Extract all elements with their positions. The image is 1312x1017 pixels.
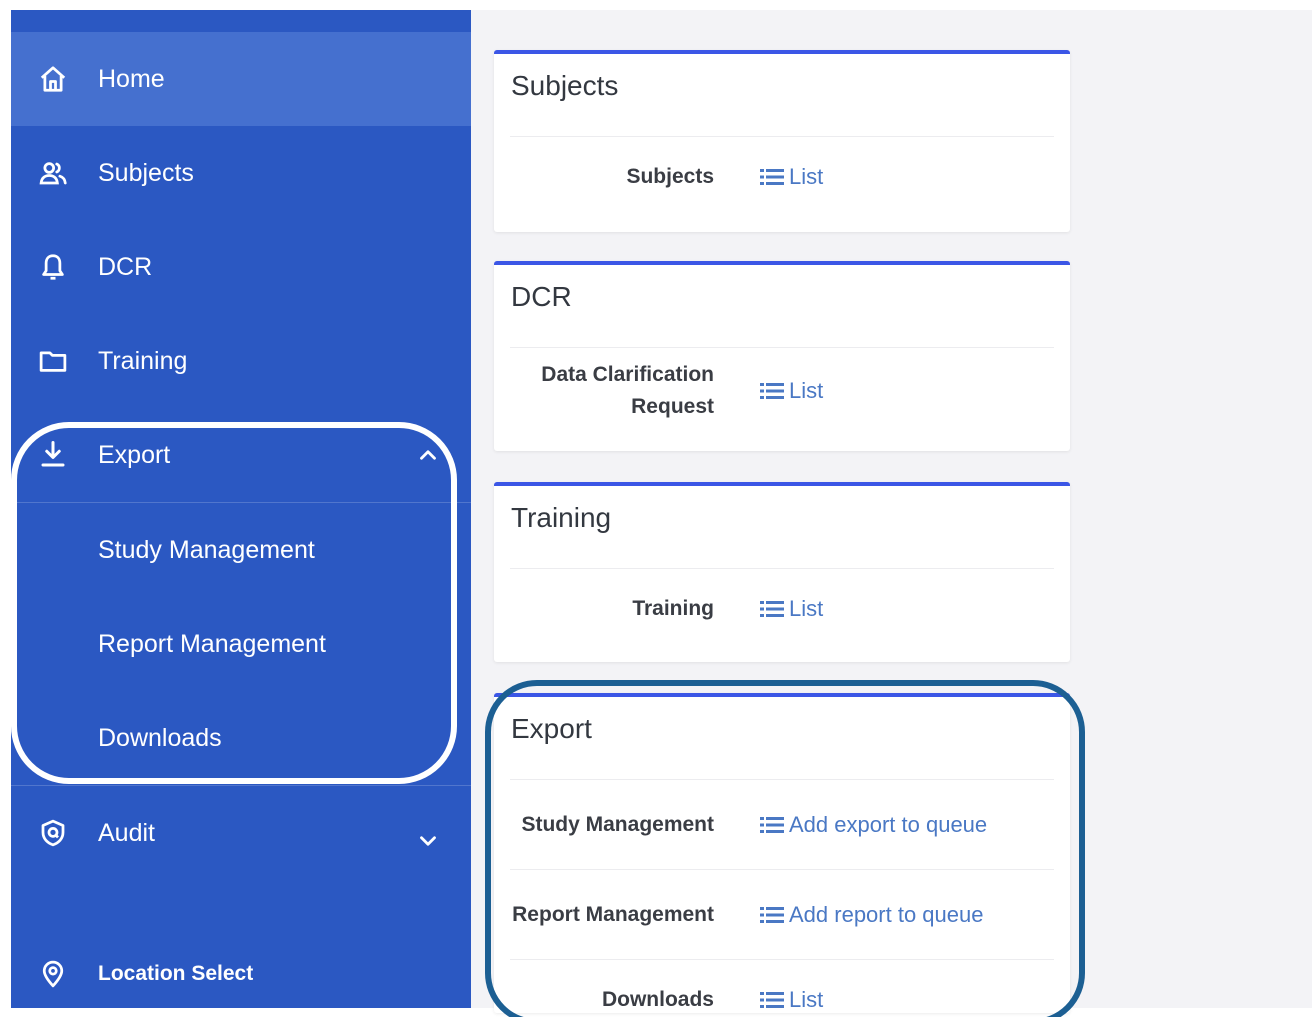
- row-label: Data Clarification Request: [541, 363, 714, 418]
- list-icon: [760, 992, 784, 1008]
- sidebar-item-label: Location Select: [98, 962, 254, 985]
- card-row: Report Management Add report to queue: [494, 870, 1070, 959]
- main-content: Subjects Subjects List DCR Data Clarific…: [471, 10, 1312, 1013]
- card-title: Subjects: [511, 70, 619, 101]
- list-icon: [760, 383, 784, 399]
- card-title: Training: [511, 502, 612, 533]
- sidebar-item-location-select[interactable]: Location Select: [11, 880, 471, 1017]
- link-text: List: [789, 596, 824, 621]
- card-title: DCR: [511, 281, 572, 312]
- link-text: List: [789, 987, 824, 1012]
- card-row: Training List: [494, 569, 1070, 649]
- row-label: Downloads: [601, 988, 714, 1011]
- sidebar-item-training[interactable]: Training: [11, 314, 471, 408]
- list-link[interactable]: List: [760, 378, 823, 404]
- card-title: Export: [511, 713, 592, 744]
- shield-icon: [35, 815, 71, 851]
- card-export: Export Study Management Add export to qu…: [494, 693, 1070, 1013]
- card-subjects: Subjects Subjects List: [494, 50, 1070, 232]
- top-border: [471, 0, 1312, 10]
- sidebar-item-label: Audit: [98, 818, 155, 847]
- sidebar-subitem-downloads[interactable]: Downloads: [11, 691, 471, 785]
- card-row: Data Clarification Request List: [494, 348, 1070, 434]
- row-label: Report Management: [512, 902, 714, 926]
- card-dcr: DCR Data Clarification Request List: [494, 261, 1070, 451]
- sidebar-item-label: Training: [98, 346, 188, 375]
- sidebar-item-home[interactable]: Home: [11, 32, 471, 126]
- sidebar-item-label: Subjects: [98, 158, 194, 187]
- list-link[interactable]: List: [760, 164, 823, 190]
- chevron-down-icon[interactable]: [415, 828, 441, 854]
- people-icon: [35, 155, 71, 191]
- folder-icon: [35, 343, 71, 379]
- sidebar-item-label: Export: [98, 440, 171, 469]
- sidebar-top-band: [11, 10, 471, 32]
- sidebar-item-audit[interactable]: Audit: [11, 786, 471, 880]
- card-row: Downloads List: [494, 960, 1070, 1017]
- card-training: Training Training List: [494, 482, 1070, 662]
- list-icon: [760, 906, 784, 923]
- list-link[interactable]: List: [760, 987, 823, 1013]
- row-label: Study Management: [521, 812, 714, 836]
- add-export-link[interactable]: Add export to queue: [760, 812, 987, 838]
- list-icon: [760, 169, 784, 185]
- sidebar: Home Subjects DCR Training Export Study …: [11, 10, 471, 1008]
- bell-icon: [35, 249, 71, 285]
- link-text: Add report to queue: [789, 901, 984, 927]
- sidebar-subitem-study-management[interactable]: Study Management: [11, 503, 471, 597]
- list-icon: [760, 816, 784, 833]
- link-text: List: [789, 378, 824, 403]
- download-icon: [35, 437, 71, 473]
- row-label: Training: [632, 597, 714, 620]
- sidebar-item-label: DCR: [98, 252, 153, 281]
- row-label: Subjects: [626, 165, 714, 188]
- link-text: Add export to queue: [789, 811, 988, 837]
- link-text: List: [789, 164, 824, 189]
- sidebar-item-dcr[interactable]: DCR: [11, 220, 471, 314]
- location-pin-icon: [35, 956, 71, 992]
- list-link[interactable]: List: [760, 596, 823, 622]
- chevron-up-icon[interactable]: [415, 442, 441, 468]
- sidebar-item-export[interactable]: Export: [11, 408, 471, 502]
- card-row: Study Management Add export to queue: [494, 780, 1070, 869]
- sidebar-item-subjects[interactable]: Subjects: [11, 126, 471, 220]
- sidebar-item-label: Home: [98, 64, 165, 93]
- list-icon: [760, 601, 784, 617]
- sidebar-subitem-report-management[interactable]: Report Management: [11, 597, 471, 691]
- home-icon: [35, 61, 71, 97]
- card-row: Subjects List: [494, 137, 1070, 217]
- add-report-link[interactable]: Add report to queue: [760, 902, 983, 928]
